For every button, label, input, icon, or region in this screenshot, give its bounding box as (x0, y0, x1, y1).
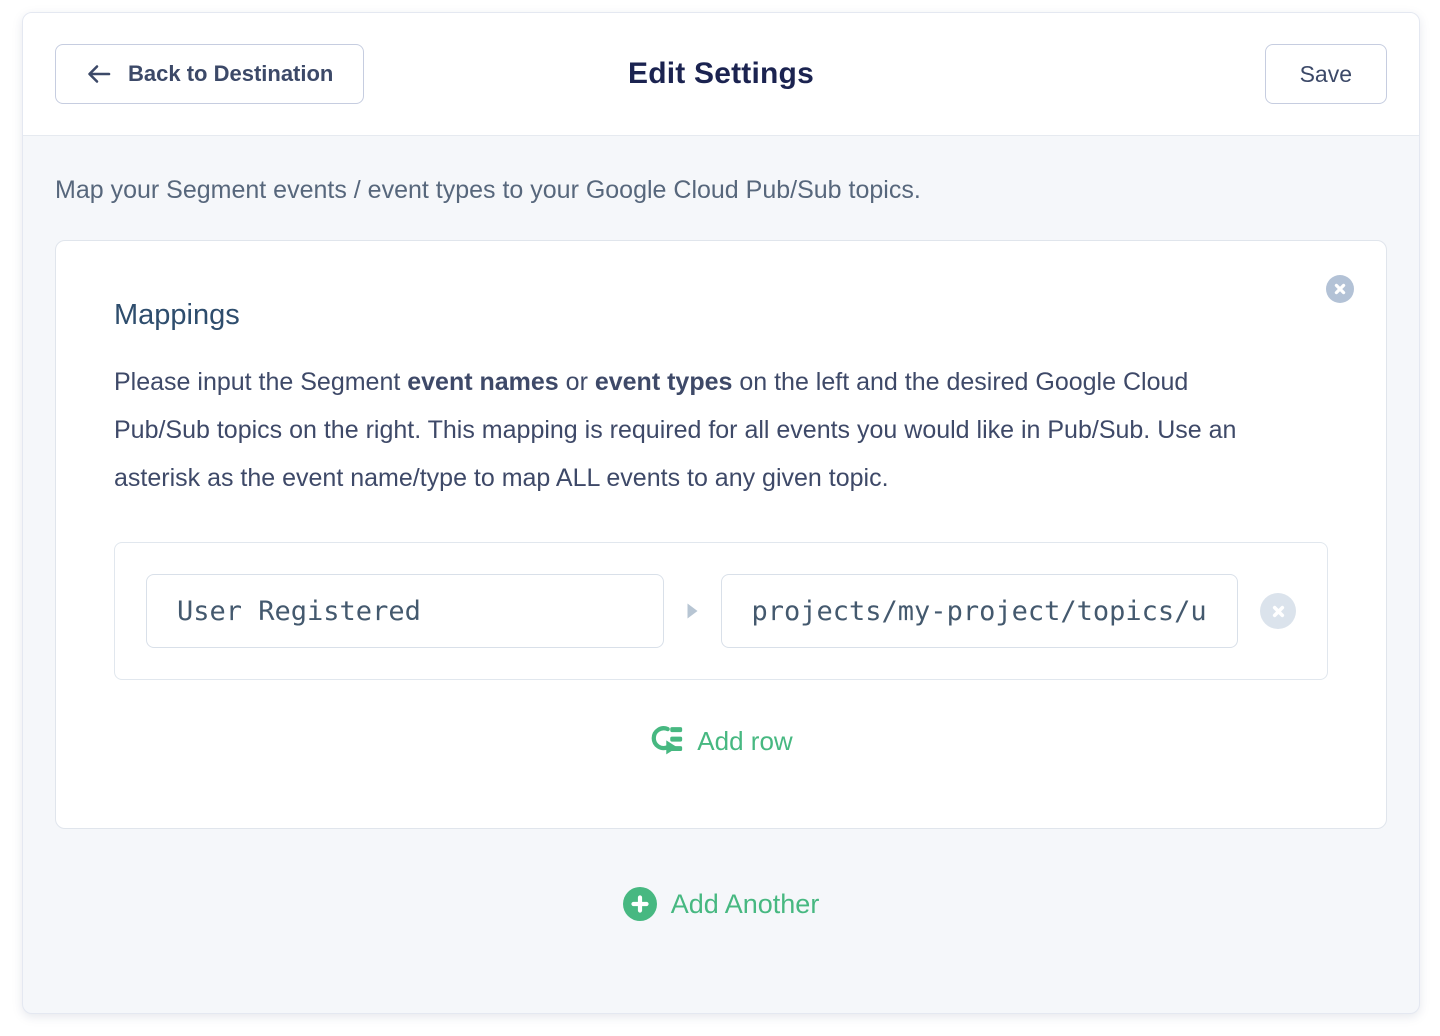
x-icon (1270, 603, 1287, 620)
topic-input[interactable] (721, 574, 1239, 648)
card-close-icon[interactable] (1326, 275, 1354, 303)
back-button-label: Back to Destination (128, 61, 333, 87)
event-name-input[interactable] (146, 574, 664, 648)
mappings-description: Please input the Segment event names or … (114, 358, 1284, 502)
add-another-label: Add Another (671, 889, 820, 920)
plus-icon (623, 887, 657, 921)
intro-text: Map your Segment events / event types to… (55, 176, 1387, 205)
desc-part: Please input the Segment (114, 368, 407, 396)
back-arrow-icon (86, 61, 112, 87)
panel-body: Map your Segment events / event types to… (23, 136, 1419, 921)
header: Back to Destination Edit Settings Save (23, 13, 1419, 136)
desc-bold-event-types: event types (595, 368, 733, 396)
mappings-title: Mappings (114, 299, 1328, 332)
add-another-button[interactable]: Add Another (623, 887, 820, 921)
page-title: Edit Settings (628, 57, 814, 91)
add-row-button[interactable]: Add row (649, 724, 792, 758)
mapping-row (114, 542, 1328, 680)
save-button[interactable]: Save (1265, 44, 1387, 104)
desc-part: or (559, 368, 595, 396)
desc-bold-event-names: event names (407, 368, 558, 396)
add-row-icon (649, 724, 683, 758)
settings-panel: Back to Destination Edit Settings Save M… (22, 12, 1420, 1014)
back-to-destination-button[interactable]: Back to Destination (55, 44, 364, 104)
add-row-label: Add row (697, 726, 792, 757)
mappings-card: Mappings Please input the Segment event … (55, 240, 1387, 829)
x-icon (1332, 281, 1348, 297)
arrow-right-icon (686, 602, 699, 620)
remove-row-icon[interactable] (1260, 593, 1296, 629)
